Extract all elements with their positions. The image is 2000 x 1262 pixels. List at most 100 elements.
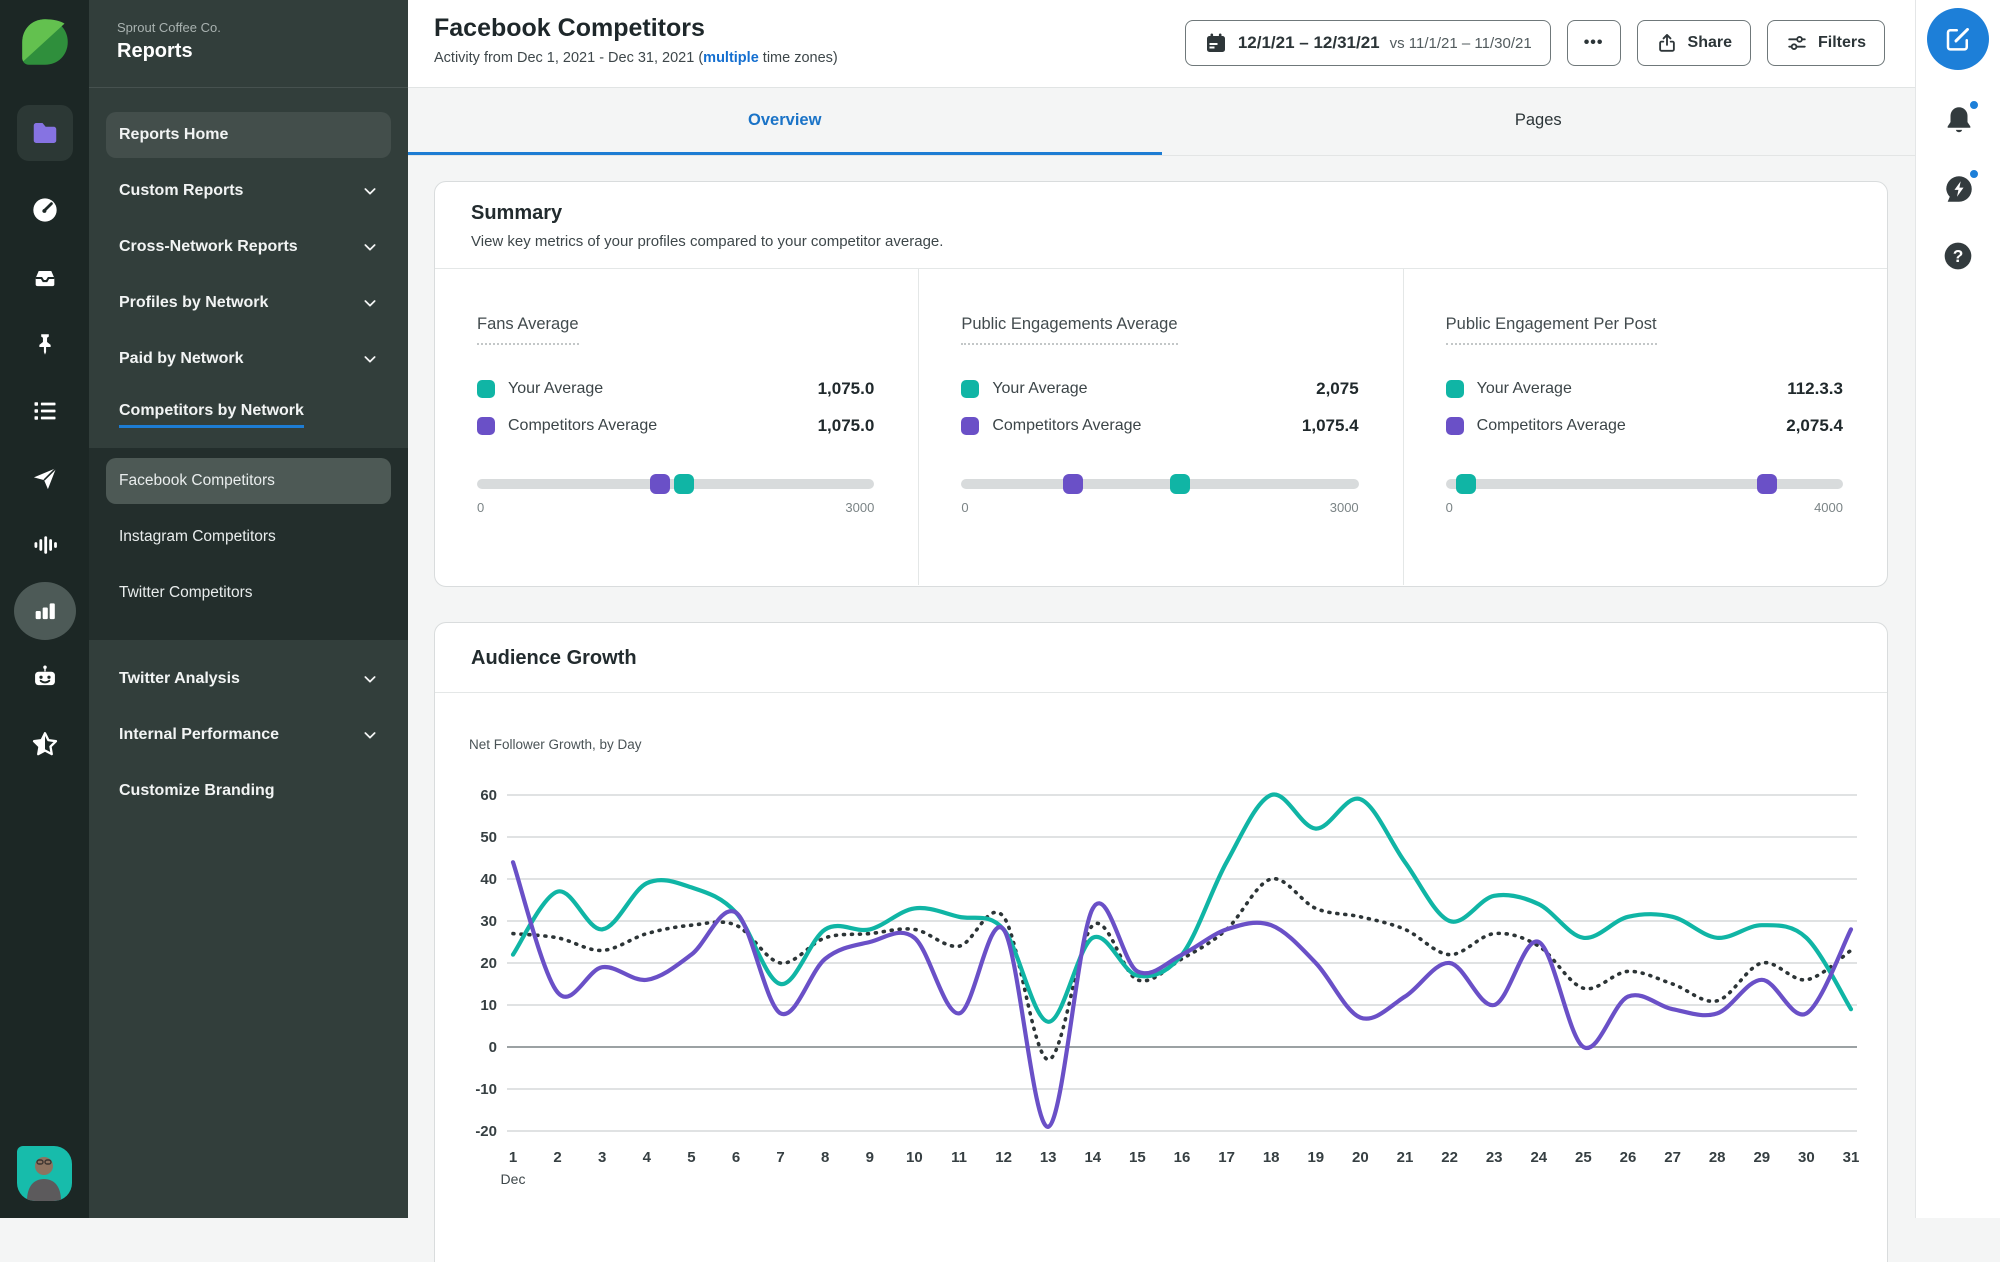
help-icon[interactable]: ? [1942, 240, 1976, 274]
tasks-list-icon[interactable] [25, 391, 65, 431]
sidebar-item-profiles-by-network[interactable]: Profiles by Network [106, 280, 391, 326]
notification-badge [1968, 168, 1980, 180]
svg-text:22: 22 [1441, 1149, 1458, 1166]
sidebar-item-twitter-analysis[interactable]: Twitter Analysis [106, 656, 391, 702]
sidebar-item-instagram-competitors[interactable]: Instagram Competitors [106, 514, 391, 560]
svg-text:0: 0 [489, 1039, 497, 1056]
svg-text:19: 19 [1307, 1149, 1324, 1166]
svg-text:29: 29 [1753, 1149, 1770, 1166]
tab-pages[interactable]: Pages [1162, 88, 1916, 155]
folder-icon[interactable] [17, 105, 73, 161]
summary-description: View key metrics of your profiles compar… [471, 233, 944, 250]
compose-button[interactable] [1927, 8, 1989, 70]
svg-text:24: 24 [1530, 1149, 1547, 1166]
svg-text:9: 9 [866, 1149, 874, 1166]
page-title: Facebook Competitors [434, 14, 705, 42]
report-header: Facebook Competitors Activity from Dec 1… [408, 0, 1915, 88]
report-tabs: Overview Pages [408, 88, 1915, 156]
user-avatar[interactable] [17, 1146, 72, 1201]
chevron-down-icon [364, 188, 376, 195]
svg-text:50: 50 [480, 829, 497, 846]
svg-text:16: 16 [1174, 1149, 1191, 1166]
sidebar-item-cross-network-reports[interactable]: Cross-Network Reports [106, 224, 391, 270]
sidebar-item-internal-performance[interactable]: Internal Performance [106, 712, 391, 758]
svg-text:6: 6 [732, 1149, 740, 1166]
svg-text:40: 40 [480, 871, 497, 888]
notification-badge [1968, 99, 1980, 111]
svg-text:-10: -10 [475, 1081, 497, 1098]
slider-track [1445, 479, 1843, 489]
date-range-button[interactable]: 12/1/21 – 12/31/21 vs 11/1/21 – 11/30/21 [1184, 20, 1551, 66]
sidebar-item-paid-by-network[interactable]: Paid by Network [106, 336, 391, 382]
your-average-swatch [1445, 380, 1464, 398]
reports-sidebar: Sprout Coffee Co. Reports Reports Home C… [89, 0, 408, 1218]
audience-growth-header: Audience Growth [435, 623, 1887, 692]
svg-text:13: 13 [1040, 1149, 1057, 1166]
summary-metrics: Fans Average Your Average 1,075.0 Compet… [435, 269, 1887, 585]
svg-text:23: 23 [1486, 1149, 1503, 1166]
sprout-logo-icon[interactable] [19, 16, 71, 68]
comparison-slider [961, 474, 1359, 494]
svg-text:18: 18 [1263, 1149, 1280, 1166]
svg-text:12: 12 [995, 1149, 1012, 1166]
sidebar-item-twitter-competitors[interactable]: Twitter Competitors [106, 570, 391, 616]
svg-text:5: 5 [687, 1149, 695, 1166]
chevron-down-icon [364, 300, 376, 307]
svg-text:10: 10 [906, 1149, 923, 1166]
listening-waveform-icon[interactable] [25, 525, 65, 565]
svg-text:31: 31 [1843, 1149, 1860, 1166]
slider-handle-purple [1757, 474, 1778, 494]
main-content: Facebook Competitors Activity from Dec 1… [408, 0, 1915, 1262]
chevron-down-icon [364, 676, 376, 683]
slider-range-labels: 0 4000 [1445, 500, 1843, 515]
calendar-icon [1206, 33, 1225, 52]
svg-text:?: ? [1953, 246, 1964, 266]
metric-row: Your Average 112.3.3 [1445, 379, 1843, 399]
pin-icon[interactable] [25, 324, 65, 364]
svg-text:11: 11 [951, 1149, 967, 1166]
share-button[interactable]: Share [1636, 20, 1751, 66]
date-range-compare: vs 11/1/21 – 11/30/21 [1389, 34, 1532, 52]
reports-bars-icon[interactable] [14, 582, 76, 640]
notifications-bell-icon[interactable] [1942, 99, 1980, 137]
svg-text:4: 4 [643, 1149, 652, 1166]
metric-title[interactable]: Public Engagement Per Post [1445, 315, 1657, 345]
more-options-button[interactable]: ••• [1566, 20, 1621, 66]
svg-text:25: 25 [1575, 1149, 1592, 1166]
chevron-down-icon [364, 356, 376, 363]
audience-growth-card: Audience Growth Net Follower Growth, by … [434, 622, 1888, 1262]
sidebar-item-reports-home[interactable]: Reports Home [106, 112, 391, 158]
tab-overview[interactable]: Overview [408, 88, 1162, 155]
publish-plane-icon[interactable] [25, 458, 65, 498]
svg-text:30: 30 [480, 913, 497, 930]
competitors-submenu: Facebook Competitors Instagram Competito… [89, 448, 408, 640]
svg-text:-20: -20 [475, 1123, 497, 1140]
slider-handle-purple [649, 474, 670, 494]
reviews-star-icon[interactable] [25, 724, 65, 764]
sidebar-item-competitors-by-network[interactable]: Competitors by Network [106, 392, 391, 438]
filters-button[interactable]: Filters [1766, 20, 1885, 66]
sidebar-item-facebook-competitors[interactable]: Facebook Competitors [106, 458, 391, 504]
dashboard-gauge-icon[interactable] [25, 190, 65, 230]
svg-text:20: 20 [480, 955, 497, 972]
feedback-chat-icon[interactable] [1942, 168, 1980, 206]
automation-bot-icon[interactable] [25, 657, 65, 697]
summary-card: Summary View key metrics of your profile… [434, 181, 1888, 587]
svg-text:15: 15 [1129, 1149, 1146, 1166]
chevron-down-icon [364, 244, 376, 251]
sidebar-item-custom-reports[interactable]: Custom Reports [106, 168, 391, 214]
metric-title[interactable]: Fans Average [477, 315, 579, 345]
date-range-primary: 12/1/21 – 12/31/21 [1237, 33, 1380, 52]
svg-text:20: 20 [1352, 1149, 1369, 1166]
chevron-down-icon [364, 732, 376, 739]
svg-text:21: 21 [1397, 1149, 1414, 1166]
sidebar-item-customize-branding[interactable]: Customize Branding [106, 768, 391, 814]
multiple-timezones-link[interactable]: multiple [703, 50, 759, 66]
metric-value: 1,075.0 [817, 416, 875, 435]
metric-row: Competitors Average 1,075.4 [961, 416, 1359, 436]
metric-value: 1,075.4 [1301, 416, 1359, 435]
slider-track [961, 479, 1359, 489]
inbox-tray-icon[interactable] [25, 258, 65, 298]
sidebar-header: Sprout Coffee Co. Reports [89, 0, 408, 88]
metric-title[interactable]: Public Engagements Average [961, 315, 1178, 345]
